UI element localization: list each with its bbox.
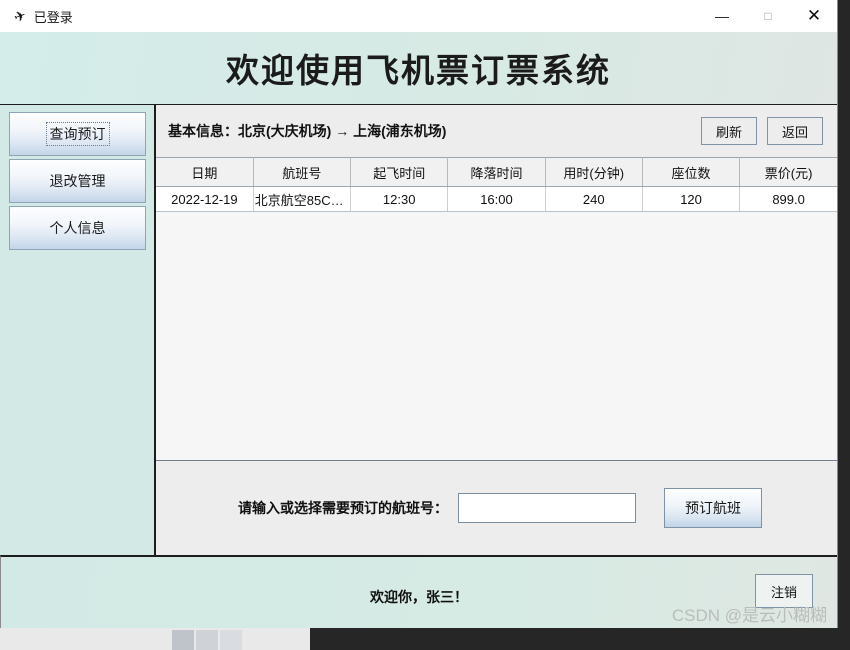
table-row[interactable]: 2022-12-19 北京航空85C15... 12:30 16:00 240 … — [156, 186, 837, 212]
cell-arrival-time[interactable]: 16:00 — [447, 186, 546, 212]
column-header-arrival-time[interactable]: 降落时间 — [447, 157, 546, 187]
maximize-button[interactable]: □ — [745, 0, 791, 32]
desktop-backdrop: ✈ 已登录 — □ ✕ 欢迎使用飞机票订票系统 查询预订 退改管理 个人信息 基… — [0, 0, 850, 650]
page-title: 欢迎使用飞机票订票系统 — [226, 51, 611, 90]
taskbar-item-2[interactable] — [196, 630, 218, 650]
taskbar-item-3[interactable] — [220, 630, 242, 650]
airplane-icon: ✈ — [11, 6, 29, 26]
book-flight-button[interactable]: 预订航班 — [664, 488, 762, 528]
refresh-button[interactable]: 刷新 — [701, 117, 757, 145]
application-window: ✈ 已登录 — □ ✕ 欢迎使用飞机票订票系统 查询预订 退改管理 个人信息 基… — [0, 0, 838, 628]
taskbar-item-1[interactable] — [172, 630, 194, 650]
sidebar-item-label: 退改管理 — [49, 173, 106, 189]
table-empty-area — [156, 212, 837, 461]
taskbar-left — [0, 628, 310, 650]
sidebar: 查询预订 退改管理 个人信息 — [0, 105, 156, 555]
column-header-price[interactable]: 票价(元) — [739, 157, 837, 187]
flight-table: 日期 航班号 起飞时间 降落时间 用时(分钟) 座位数 票价(元) 2022-1… — [156, 157, 837, 212]
window-body: 查询预订 退改管理 个人信息 基本信息：北京(大庆机场) → 上海(浦东机场) … — [0, 104, 837, 555]
cell-duration[interactable]: 240 — [545, 186, 643, 212]
sidebar-item-query-booking[interactable]: 查询预订 — [9, 112, 146, 156]
window-controls: — □ ✕ — [699, 0, 837, 32]
cell-price[interactable]: 899.0 — [739, 186, 837, 212]
back-button[interactable]: 返回 — [767, 117, 823, 145]
footer-bar: 欢迎你，张三！ 注销 CSDN @是云小糊糊 — [0, 555, 837, 628]
cell-flight-no[interactable]: 北京航空85C15... — [253, 186, 352, 212]
title-bar: ✈ 已登录 — □ ✕ — [0, 0, 837, 32]
desktop-dark-edge — [838, 0, 850, 630]
main-panel: 基本信息：北京(大庆机场) → 上海(浦东机场) 刷新 返回 日期 航班号 起飞… — [156, 105, 837, 555]
window-title: 已登录 — [33, 9, 73, 25]
cell-departure-time[interactable]: 12:30 — [350, 186, 449, 212]
cell-seats[interactable]: 120 — [642, 186, 741, 212]
flight-table-body: 2022-12-19 北京航空85C15... 12:30 16:00 240 … — [156, 186, 837, 212]
column-header-duration[interactable]: 用时(分钟) — [545, 157, 643, 187]
flight-table-head: 日期 航班号 起飞时间 降落时间 用时(分钟) 座位数 票价(元) — [156, 157, 837, 187]
column-header-seats[interactable]: 座位数 — [642, 157, 741, 187]
column-header-flight-no[interactable]: 航班号 — [253, 157, 352, 187]
booking-input-label: 请输入或选择需要预订的航班号： — [238, 500, 448, 516]
route-info-text: 基本信息：北京(大庆机场) → 上海(浦东机场) — [168, 123, 447, 139]
csdn-watermark: CSDN @是云小糊糊 — [671, 606, 827, 625]
cell-date[interactable]: 2022-12-19 — [156, 186, 254, 212]
minimize-button[interactable]: — — [699, 0, 745, 32]
sidebar-item-refund-change[interactable]: 退改管理 — [9, 159, 146, 203]
taskbar-right — [310, 628, 850, 650]
table-header-row: 日期 航班号 起飞时间 降落时间 用时(分钟) 座位数 票价(元) — [156, 157, 837, 187]
sidebar-item-label: 个人信息 — [49, 220, 106, 236]
header-banner: 欢迎使用飞机票订票系统 — [0, 32, 837, 104]
column-header-departure-time[interactable]: 起飞时间 — [350, 157, 449, 187]
sidebar-item-personal-info[interactable]: 个人信息 — [9, 206, 146, 250]
flight-number-input[interactable] — [458, 493, 636, 523]
column-header-date[interactable]: 日期 — [156, 157, 254, 187]
sidebar-item-label: 查询预订 — [45, 122, 110, 146]
title-bar-left: ✈ 已登录 — [0, 6, 73, 26]
booking-area: 请输入或选择需要预订的航班号： 预订航班 — [156, 461, 837, 555]
close-button[interactable]: ✕ — [791, 0, 837, 32]
info-bar: 基本信息：北京(大庆机场) → 上海(浦东机场) 刷新 返回 — [156, 105, 837, 157]
